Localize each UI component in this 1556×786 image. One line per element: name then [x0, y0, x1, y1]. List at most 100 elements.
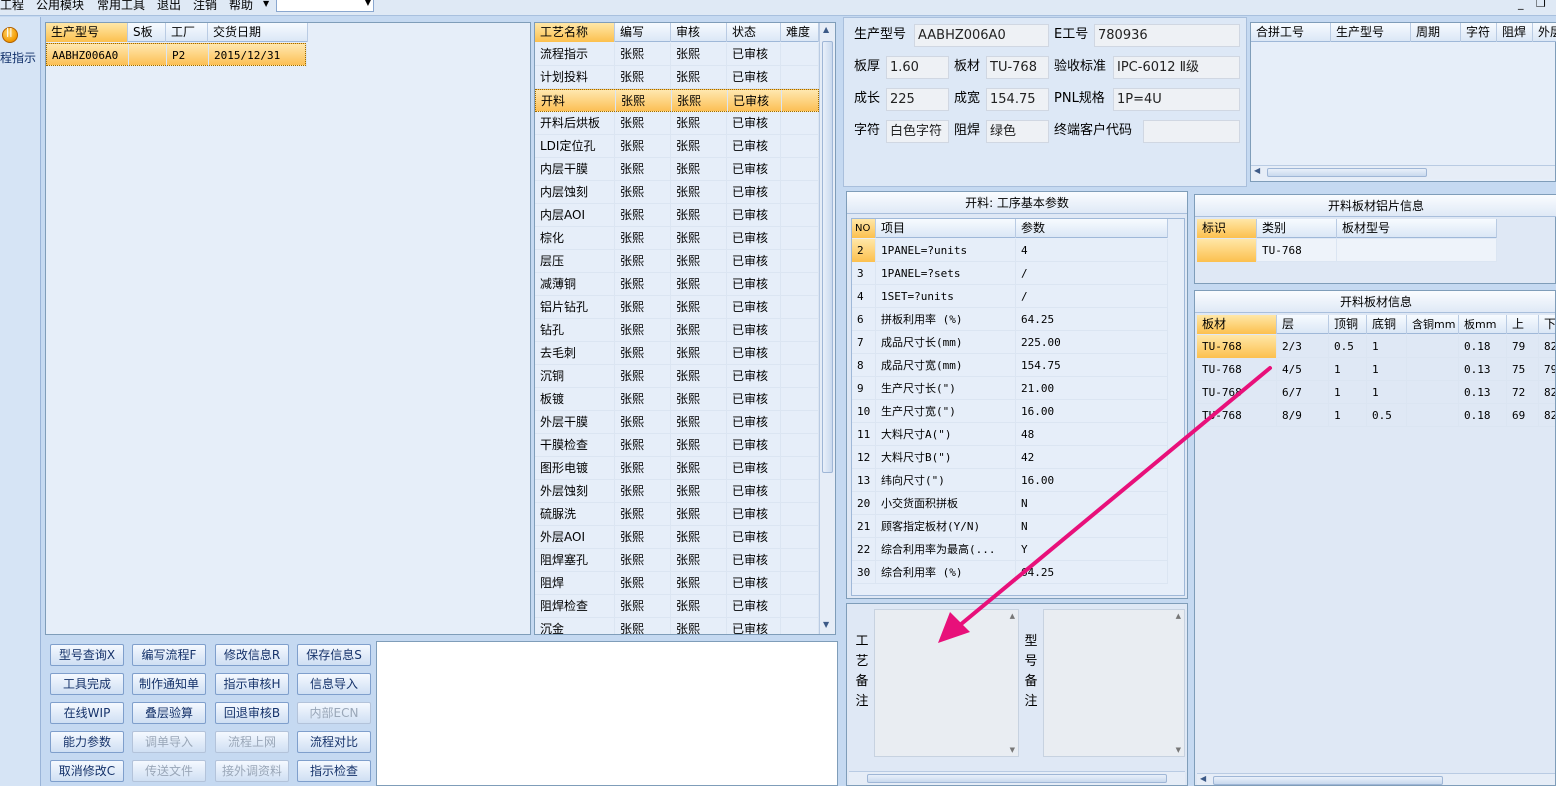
table-row[interactable]: 2 1PANEL=?units 4 — [852, 239, 1168, 262]
col-combine-outer[interactable]: 外层 — [1533, 23, 1556, 42]
col-no[interactable]: NO — [852, 219, 876, 238]
action-button-2-1[interactable]: 叠层验算 — [132, 702, 206, 724]
table-row[interactable]: 沉铜 张熙 张熙 已审核 — [535, 365, 819, 388]
table-row[interactable]: 开料 张熙 张熙 已审核 — [535, 89, 820, 113]
table-row[interactable]: 开料后烘板 张熙 张熙 已审核 — [535, 112, 819, 135]
col-delivery-date[interactable]: 交货日期 — [208, 23, 308, 42]
table-row[interactable]: 沉金 张熙 张熙 已审核 — [535, 618, 819, 634]
action-button-4-1[interactable]: 传送文件 — [132, 760, 206, 782]
action-button-3-3[interactable]: 流程对比 — [297, 731, 371, 753]
combine-grid-hscroll[interactable]: ◀ — [1251, 165, 1555, 179]
table-row[interactable]: 外层干膜 张熙 张熙 已审核 — [535, 411, 819, 434]
action-button-0-2[interactable]: 修改信息R — [215, 644, 289, 666]
table-row[interactable]: 阻焊检查 张熙 张熙 已审核 — [535, 595, 819, 618]
table-row[interactable]: TU-768 2/3 0.5 1 0.18 79 82 — [1197, 335, 1555, 358]
menu-item-logout[interactable]: 注销 — [193, 0, 217, 13]
minimize-icon[interactable]: _ — [1518, 0, 1524, 10]
material-field[interactable]: TU-768 — [986, 56, 1049, 79]
action-button-2-3[interactable]: 内部ECN — [297, 702, 371, 724]
col-alu-model[interactable]: 板材型号 — [1337, 219, 1497, 238]
standard-field[interactable]: IPC-6012 Ⅱ级 — [1113, 56, 1240, 79]
scroll-thumb[interactable] — [1267, 168, 1427, 177]
action-button-0-0[interactable]: 型号查询X — [50, 644, 124, 666]
process-grid-scrollbar[interactable]: ▲ ▼ — [819, 23, 835, 634]
scroll-down-icon[interactable]: ▼ — [1010, 746, 1015, 754]
table-row[interactable]: 7 成品尺寸长(mm) 225.00 — [852, 331, 1168, 354]
table-row[interactable]: TU-768 — [1197, 239, 1497, 262]
action-button-4-3[interactable]: 指示检查 — [297, 760, 371, 782]
action-button-3-0[interactable]: 能力参数 — [50, 731, 124, 753]
col-combine-eno[interactable]: 合拼工号 — [1251, 23, 1331, 42]
table-row[interactable]: 内层蚀刻 张熙 张熙 已审核 — [535, 181, 819, 204]
menu-item-exit[interactable]: 退出 — [157, 0, 181, 13]
action-button-2-2[interactable]: 回退审核B — [215, 702, 289, 724]
action-button-1-1[interactable]: 制作通知单 — [132, 673, 206, 695]
col-mat-layer[interactable]: 层 — [1277, 315, 1329, 334]
width-field[interactable]: 154.75 — [986, 88, 1049, 111]
table-row[interactable]: 6 拼板利用率 (%) 64.25 — [852, 308, 1168, 331]
scroll-thumb[interactable] — [867, 774, 1167, 783]
help-dropdown-icon[interactable]: ▼ — [263, 0, 269, 8]
model-field[interactable]: AABHZ006A0 — [914, 24, 1049, 47]
col-combine-char[interactable]: 字符 — [1461, 23, 1497, 42]
col-status[interactable]: 状态 — [727, 23, 781, 42]
scroll-left-icon[interactable]: ◀ — [1254, 166, 1260, 175]
table-row[interactable]: 外层蚀刻 张熙 张熙 已审核 — [535, 480, 819, 503]
col-factory[interactable]: 工厂 — [166, 23, 208, 42]
table-row[interactable]: 外层AOI 张熙 张熙 已审核 — [535, 526, 819, 549]
table-row[interactable]: 去毛刺 张熙 张熙 已审核 — [535, 342, 819, 365]
table-row[interactable]: 层压 张熙 张熙 已审核 — [535, 250, 819, 273]
menu-combo-box[interactable]: ▼ — [276, 0, 374, 12]
table-row[interactable]: 内层干膜 张熙 张熙 已审核 — [535, 158, 819, 181]
table-row[interactable]: 干膜检查 张熙 张熙 已审核 — [535, 434, 819, 457]
scroll-thumb[interactable] — [822, 41, 833, 473]
col-alu-category[interactable]: 类别 — [1257, 219, 1337, 238]
col-writer[interactable]: 编写 — [615, 23, 671, 42]
action-button-2-0[interactable]: 在线WIP — [50, 702, 124, 724]
col-item[interactable]: 项目 — [876, 219, 1016, 238]
col-mat-cu-mm[interactable]: 含铜mm — [1407, 315, 1459, 334]
col-process-name[interactable]: 工艺名称 — [535, 23, 615, 42]
col-mat-down[interactable]: 下 — [1539, 315, 1555, 334]
table-row[interactable]: 图形电镀 张熙 张熙 已审核 — [535, 457, 819, 480]
scroll-down-icon[interactable]: ▼ — [1176, 746, 1181, 754]
col-alu-mark[interactable]: 标识 — [1197, 219, 1257, 238]
col-combine-model[interactable]: 生产型号 — [1331, 23, 1411, 42]
pnl-field[interactable]: 1P=4U — [1113, 88, 1240, 111]
material-hscroll[interactable]: ◀ — [1197, 773, 1555, 785]
customer-field[interactable] — [1143, 120, 1240, 143]
table-row[interactable]: 内层AOI 张熙 张熙 已审核 — [535, 204, 819, 227]
char-field[interactable]: 白色字符 — [886, 120, 949, 143]
action-button-1-0[interactable]: 工具完成 — [50, 673, 124, 695]
table-row[interactable]: AABHZ006A0 P2 2015/12/31 — [46, 43, 307, 67]
table-row[interactable]: LDI定位孔 张熙 张熙 已审核 — [535, 135, 819, 158]
action-button-4-0[interactable]: 取消修改C — [50, 760, 124, 782]
table-row[interactable]: 板镀 张熙 张熙 已审核 — [535, 388, 819, 411]
action-button-1-3[interactable]: 信息导入 — [297, 673, 371, 695]
col-mat-top-cu[interactable]: 顶铜 — [1329, 315, 1367, 334]
table-row[interactable]: 4 1SET=?units / — [852, 285, 1168, 308]
table-row[interactable]: 钻孔 张熙 张熙 已审核 — [535, 319, 819, 342]
eno-field[interactable]: 780936 — [1094, 24, 1240, 47]
col-combine-period[interactable]: 周期 — [1411, 23, 1461, 42]
remarks-hscroll[interactable] — [849, 771, 1185, 785]
process-instruction-button[interactable]: 程指示 — [0, 23, 38, 65]
table-row[interactable]: 硫脲洗 张熙 张熙 已审核 — [535, 503, 819, 526]
action-button-3-1[interactable]: 调单导入 — [132, 731, 206, 753]
col-mat-bottom-cu[interactable]: 底铜 — [1367, 315, 1407, 334]
col-s-board[interactable]: S板 — [128, 23, 166, 42]
col-mat-board-mm[interactable]: 板mm — [1459, 315, 1507, 334]
table-row[interactable]: 计划投料 张熙 张熙 已审核 — [535, 66, 819, 89]
action-button-4-2[interactable]: 接外调资料 — [215, 760, 289, 782]
table-row[interactable]: 阻焊 张熙 张熙 已审核 — [535, 572, 819, 595]
scroll-up-icon[interactable]: ▲ — [823, 25, 829, 34]
action-button-1-2[interactable]: 指示审核H — [215, 673, 289, 695]
thickness-field[interactable]: 1.60 — [886, 56, 949, 79]
action-button-0-3[interactable]: 保存信息S — [297, 644, 371, 666]
menu-item-help[interactable]: 帮助 — [229, 0, 253, 13]
length-field[interactable]: 225 — [886, 88, 949, 111]
restore-icon[interactable]: ❐ — [1536, 0, 1546, 10]
scroll-down-icon[interactable]: ▼ — [823, 620, 829, 629]
table-row[interactable]: 铝片钻孔 张熙 张熙 已审核 — [535, 296, 819, 319]
col-reviewer[interactable]: 审核 — [671, 23, 727, 42]
